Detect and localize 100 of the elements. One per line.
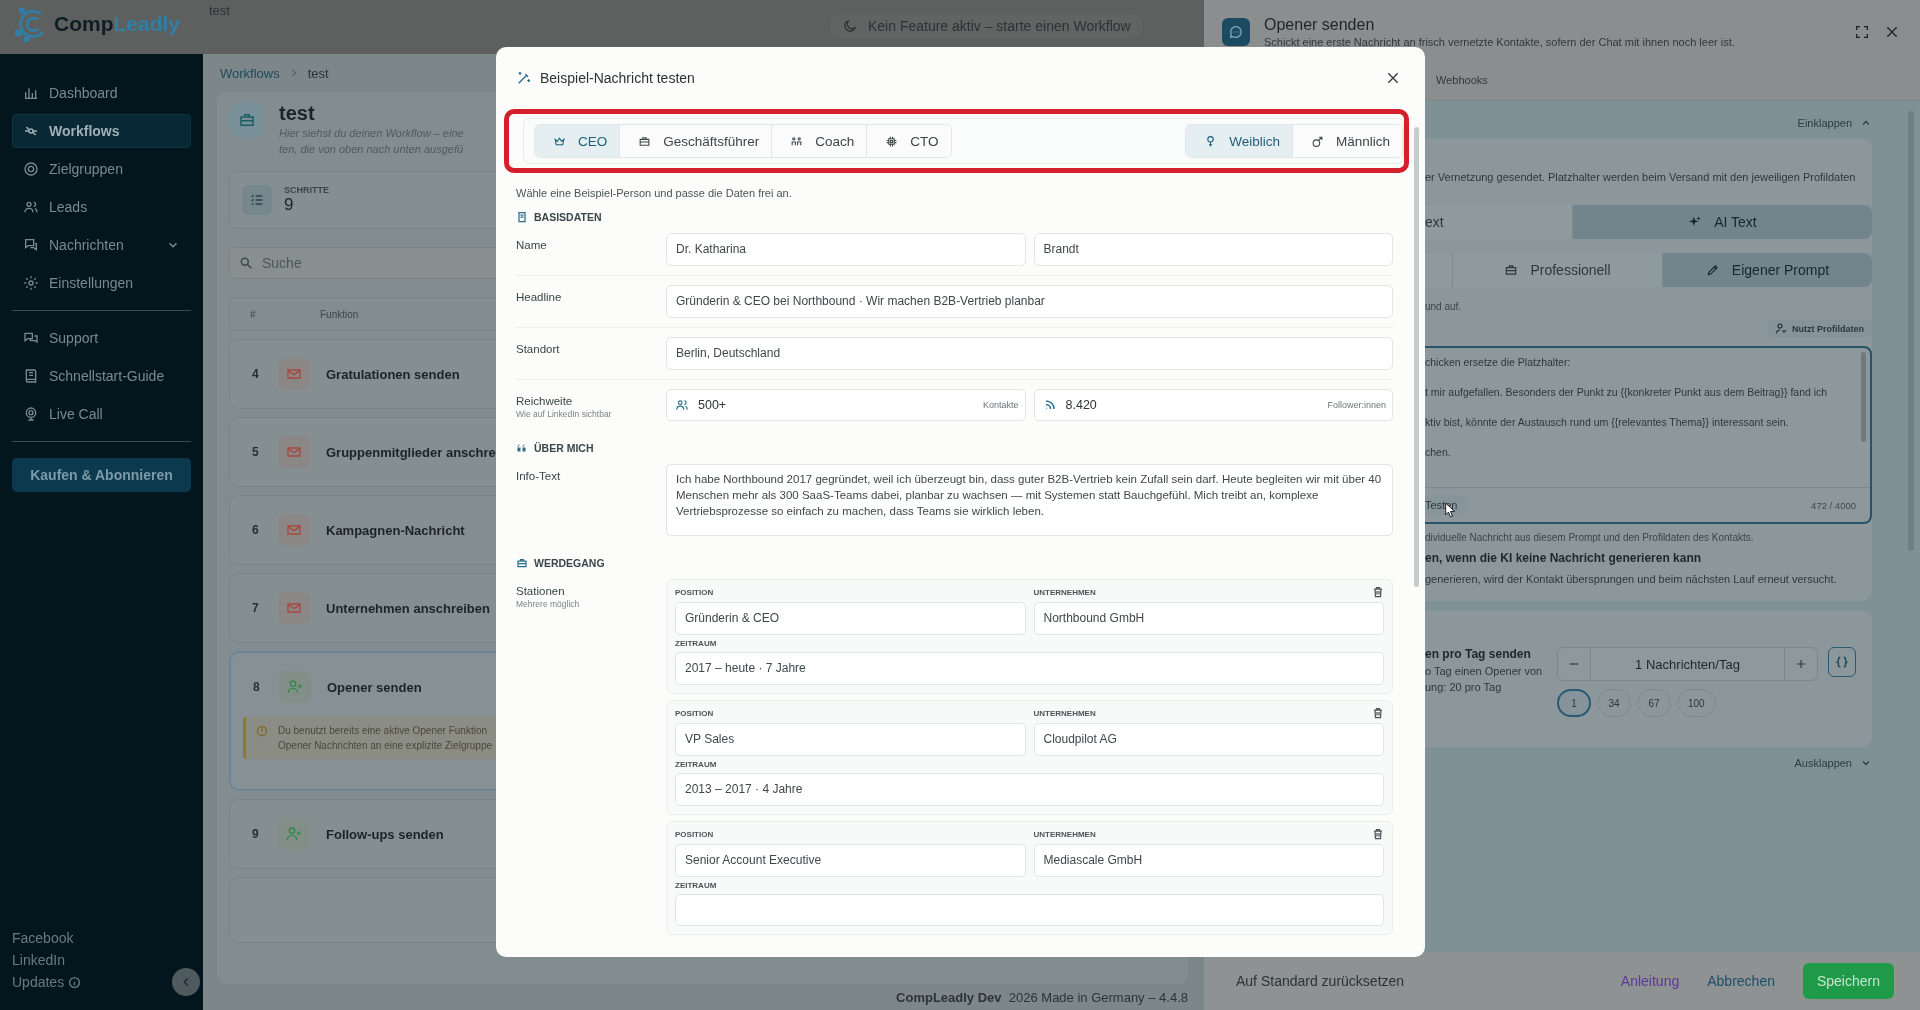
input-field[interactable]: Gründerin & CEO (675, 602, 1026, 635)
persona-chip[interactable]: CTO (866, 125, 951, 157)
gender-chip[interactable]: Männlich (1291, 125, 1402, 157)
step-title: Gruppenmitglieder anschre (326, 444, 496, 460)
collapse-link[interactable]: Einklappen (1797, 117, 1872, 129)
chat-icon (23, 237, 39, 253)
collapse-button[interactable] (172, 968, 200, 996)
input-field[interactable] (675, 894, 1384, 926)
variables-button[interactable] (1828, 647, 1856, 677)
field-label: Stationen (516, 585, 566, 597)
nav-item[interactable]: Schnellstart-Guide (12, 359, 191, 393)
footer-link[interactable]: Facebook (12, 930, 74, 946)
section-heading: ÜBER MICH (534, 442, 594, 454)
field-label: UNTERNEHMEN (1033, 708, 1096, 718)
stat-label: SCHRITTE (284, 185, 329, 195)
input-field[interactable]: Brandt (1033, 233, 1393, 266)
trash-icon[interactable] (1372, 828, 1384, 840)
option-title: en pro Tag senden (1425, 647, 1532, 661)
nav-item[interactable]: Live Call (12, 397, 191, 431)
magic-wand-icon (516, 70, 532, 86)
hint-text: dividuelle Nachricht aus diesem Prompt und den Profildaten des Kontakts. (1425, 532, 1755, 543)
reset-button[interactable]: Auf Standard zurücksetzen (1236, 973, 1405, 989)
field-value: 500+ (698, 397, 727, 413)
user-add-icon (278, 818, 310, 850)
text-area[interactable]: Ich habe Northbound 2017 gegründet, weil ich überzeugt bin, dass guter B2B-Vertrieb kein Zufall sein darf. Heute begleiten wir mit über 40 Menschen mehr als 300 SaaS-Teams dabei, planbar zu wachsen — mit Systemen statt Bauchgefühl. Mich treibt an, komplexe Vertriebsprozesse so einfach zu machen, dass Teams sie wirklich leben. (666, 464, 1393, 536)
gender-chip[interactable]: Weiblich (1186, 125, 1292, 157)
scrollbar[interactable] (1861, 352, 1866, 442)
input-field[interactable]: 2013 – 2017 · 4 Jahre (675, 773, 1384, 806)
scrollbar[interactable] (1414, 127, 1419, 587)
warning-text: Du benutzt bereits eine aktive Opener Funktion (278, 724, 488, 738)
mode-option[interactable]: AI Text (1572, 205, 1872, 239)
input-field[interactable]: Mediascale GmbH (1033, 844, 1384, 877)
prompt-line: ktiv bist, könnte der Austausch rund um {{relevantes Thema}} interessant sein. (1425, 416, 1790, 428)
nav-item[interactable]: Workflows (12, 114, 191, 148)
mode-option[interactable]: ext (1425, 205, 1572, 239)
column-header: Funktion (320, 308, 359, 320)
input-field[interactable]: VP Sales (675, 723, 1026, 756)
footer-text: CompLeadly Dev 2026 Made in Germany – 4.4.8 (895, 988, 1188, 1007)
persona-chip[interactable]: CEO (535, 125, 620, 157)
unit-label: Kontakte (982, 398, 1019, 412)
column-header: # (250, 308, 257, 320)
nav-item[interactable]: Support (12, 321, 191, 355)
gear-icon (23, 275, 39, 291)
subscribe-button[interactable]: Kaufen & Abonnieren (12, 458, 191, 492)
input-field[interactable]: Berlin, Deutschland (666, 337, 1393, 370)
nav-item[interactable]: Einstellungen (12, 266, 191, 300)
briefcase-icon (516, 557, 528, 569)
character-count: 472 / 4000 (1811, 499, 1856, 511)
quote-icon (516, 442, 528, 454)
stepper-field[interactable]: 1 Nachrichten/Tag (1557, 647, 1818, 681)
guide-button[interactable]: Anleitung (1620, 973, 1680, 989)
nav-item[interactable]: Nachrichten (12, 228, 191, 262)
fullscreen-icon[interactable] (1854, 24, 1870, 40)
description-text: er Vernetzung gesendet. Platzhalter werden beim Versand mit den jeweiligen Profildaten (1425, 171, 1857, 183)
workflow-title: test (279, 102, 316, 125)
close-icon[interactable] (1884, 24, 1900, 40)
nav-item[interactable]: Zielgruppen (12, 152, 191, 186)
input-field[interactable]: Northbound GmbH (1033, 602, 1384, 635)
step-title: Unternehmen anschreiben (326, 600, 490, 616)
preset-chip[interactable]: 1 (1557, 689, 1591, 717)
field-label: ZEITRAUM (675, 760, 718, 769)
footer-link[interactable]: Updates (12, 974, 82, 990)
input-field[interactable]: 8.420 Follower:innen (1033, 389, 1393, 421)
panel-tab[interactable]: Webhooks (1436, 74, 1488, 86)
section-heading: WERDEGANG (534, 557, 605, 569)
expand-link[interactable]: Ausklappen (1794, 757, 1872, 769)
field-label: Name (516, 239, 548, 251)
field-label: Headline (516, 291, 563, 303)
input-field[interactable]: 500+ Kontakte (666, 389, 1026, 421)
target-icon (23, 161, 39, 177)
trash-icon[interactable] (1372, 586, 1384, 598)
footer-link[interactable]: LinkedIn (12, 952, 65, 968)
field-hint: Wie auf LinkedIn sichtbar (516, 409, 613, 419)
preset-chip[interactable]: 34 (1597, 689, 1631, 717)
trash-icon[interactable] (1372, 707, 1384, 719)
prompt-editor[interactable] (1425, 346, 1872, 524)
section-heading: BASISDATEN (534, 211, 602, 223)
field-value: 8.420 (1065, 397, 1097, 413)
breadcrumb-link[interactable]: Workflows (220, 65, 280, 81)
briefcase-icon (638, 134, 652, 148)
cancel-button[interactable]: Abbrechen (1707, 973, 1775, 989)
input-field[interactable]: Dr. Katharina (666, 233, 1026, 266)
people-icon (790, 134, 804, 148)
briefcase-icon (229, 102, 265, 138)
step-number: 6 (252, 523, 260, 537)
input-field[interactable]: Cloudpilot AG (1033, 723, 1384, 756)
nav-item[interactable]: Leads (12, 190, 191, 224)
input-field[interactable]: Gründerin & CEO bei Northbound · Wir machen B2B-Vertrieb planbar (666, 285, 1393, 318)
chip-icon (885, 134, 899, 148)
style-option[interactable]: Eigener Prompt (1662, 253, 1872, 287)
preset-chip[interactable]: 67 (1637, 689, 1671, 717)
warning-text: Opener Nachrichten an eine explizite Zielgruppe (278, 739, 492, 753)
field-hint: Mehrere möglich (516, 599, 581, 609)
step-number: 7 (252, 601, 260, 615)
input-field[interactable]: Senior Account Executive (675, 844, 1026, 877)
preset-chip[interactable]: 100 (1677, 689, 1716, 717)
close-icon[interactable] (1385, 70, 1401, 86)
input-field[interactable]: 2017 – heute · 7 Jahre (675, 652, 1384, 685)
nav-item[interactable]: Dashboard (12, 76, 191, 110)
save-button[interactable]: Speichern (1802, 963, 1894, 999)
